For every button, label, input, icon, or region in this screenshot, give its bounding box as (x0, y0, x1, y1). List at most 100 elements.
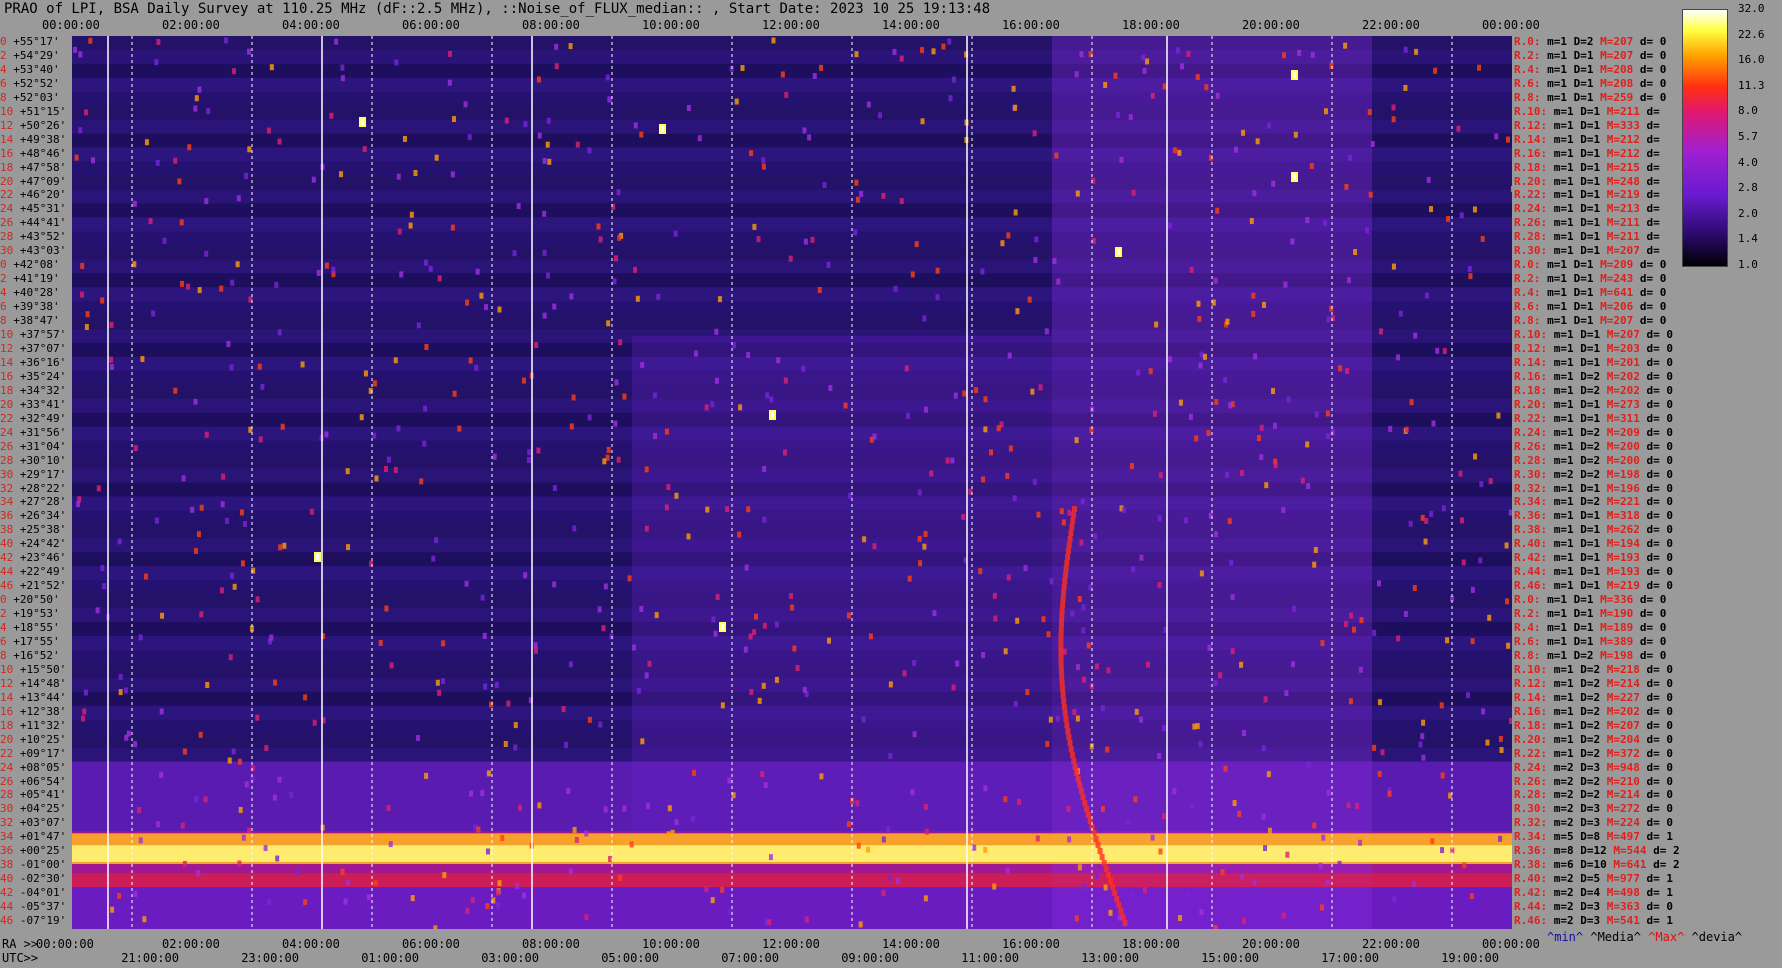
heatmap-speck (1403, 610, 1408, 617)
row-median: D=3 (1580, 900, 1601, 914)
utc-tick-label: 11:00:00 (961, 951, 1019, 965)
row-index: 6 (0, 76, 7, 90)
declination-label: 0 +42°08' (0, 258, 60, 271)
heatmap-speck (1093, 533, 1098, 540)
heatmap-speck (1177, 149, 1182, 156)
heatmap-speck (1094, 663, 1099, 670)
row-label: R.10: (1514, 328, 1548, 342)
declination-value: +33°41' (19, 397, 67, 411)
row-min: m=1 (1553, 160, 1574, 174)
heatmap-speck (846, 821, 851, 828)
heatmap-speck (1346, 802, 1351, 809)
heatmap-speck (1404, 426, 1409, 433)
heatmap-speck (804, 916, 809, 923)
row-label: R.28: (1514, 788, 1548, 802)
row-dev: d= 0 (1646, 565, 1674, 579)
heatmap-speck (727, 777, 732, 784)
heatmap-speck (1271, 388, 1276, 395)
heatmap-speck (1346, 277, 1351, 284)
bright-source (1117, 249, 1120, 255)
row-min: m=1 (1553, 718, 1574, 732)
declination-label: 20 +47°09' (0, 175, 66, 188)
row-dev: d= 0 (1639, 62, 1667, 76)
heatmap-svg (72, 36, 1512, 929)
row-median: D=2 (1580, 746, 1601, 760)
heatmap-speck (374, 475, 379, 482)
heatmap-speck (1025, 689, 1030, 696)
heatmap-speck (929, 470, 934, 477)
heatmap-speck (552, 303, 557, 310)
legend-median: ^Media^ (1590, 930, 1641, 944)
heatmap-speck (486, 770, 491, 777)
declination-value: +45°31' (19, 202, 67, 216)
heatmap-speck (1481, 708, 1486, 715)
declination-label: 38 -01°00' (0, 858, 66, 871)
ra-tick-label: 00:00:00 (1482, 937, 1540, 951)
diagonal-feature (1060, 692, 1066, 698)
row-index: 42 (0, 551, 14, 565)
heatmap-speck (1368, 191, 1373, 198)
row-max: M=215 (1606, 160, 1640, 174)
heatmap-speck (240, 560, 245, 567)
heatmap-speck (278, 544, 283, 551)
heatmap-speck (545, 141, 550, 148)
heatmap-speck (1391, 263, 1396, 270)
heatmap-speck (872, 433, 877, 440)
heatmap-speck (162, 237, 167, 244)
diagonal-feature (1060, 602, 1066, 608)
row-dev: d= 0 (1646, 439, 1674, 453)
row-min: m=1 (1553, 523, 1574, 537)
row-label: R.26: (1514, 216, 1548, 230)
declination-value: +14°48' (19, 676, 67, 690)
heatmap-speck (667, 805, 672, 812)
declination-value: +17°55' (13, 634, 60, 648)
row-max: M=272 (1606, 802, 1640, 816)
heatmap-speck (485, 903, 490, 910)
heatmap-speck (397, 228, 402, 235)
ra-tick-label: 04:00:00 (282, 937, 340, 951)
heatmap-speck (1409, 399, 1414, 406)
ra-tick-label: 14:00:00 (882, 937, 940, 951)
declination-label: 14 +13°44' (0, 691, 66, 704)
heatmap-speck (912, 660, 917, 667)
heatmap-speck (1138, 716, 1143, 723)
row-min: m=1 (1553, 132, 1574, 146)
row-median: D=2 (1580, 439, 1601, 453)
heatmap-speck (117, 538, 122, 545)
legend-max: ^Max^ (1648, 930, 1685, 944)
row-stats: R.10: m=1 D=1 M=207 d= 0 (1514, 328, 1673, 341)
row-min: m=1 (1553, 216, 1574, 230)
row-median: D=3 (1580, 914, 1601, 928)
heatmap-speck (504, 117, 509, 124)
heatmap-speck (483, 683, 488, 690)
row-stats: R.26: m=1 D=2 M=200 d= 0 (1514, 440, 1673, 453)
bright-source (1293, 72, 1296, 78)
heatmap-speck (1456, 125, 1461, 132)
top-tick-label: 06:00:00 (402, 18, 460, 32)
heatmap-speck (1421, 754, 1426, 761)
heatmap-speck (451, 116, 456, 123)
row-min: m=1 (1553, 244, 1574, 258)
row-median: D=2 (1580, 369, 1601, 383)
heatmap-speck (1378, 328, 1383, 335)
row-stats: R.20: m=1 D=2 M=204 d= 0 (1514, 733, 1673, 746)
heatmap-speck (1398, 310, 1403, 317)
row-min: m=1 (1553, 174, 1574, 188)
declination-value: +30°10' (19, 453, 67, 467)
heatmap-speck (1286, 396, 1291, 403)
declination-value: +43°52' (19, 230, 67, 244)
heatmap-speck (569, 423, 574, 430)
heatmap-speck (204, 250, 209, 257)
heatmap-speck (617, 234, 622, 241)
heatmap-speck (1325, 410, 1330, 417)
heatmap-speck (1213, 924, 1218, 929)
heatmap-speck (1011, 85, 1016, 92)
declination-label: 18 +47°58' (0, 161, 66, 174)
heatmap-speck (309, 508, 314, 515)
row-index: 0 (0, 35, 7, 48)
heatmap-speck (1343, 42, 1348, 49)
row-max: M=207 (1600, 314, 1634, 328)
row-max: M=198 (1606, 467, 1640, 481)
diagonal-feature (1058, 620, 1064, 626)
heatmap-speck (1145, 58, 1150, 65)
